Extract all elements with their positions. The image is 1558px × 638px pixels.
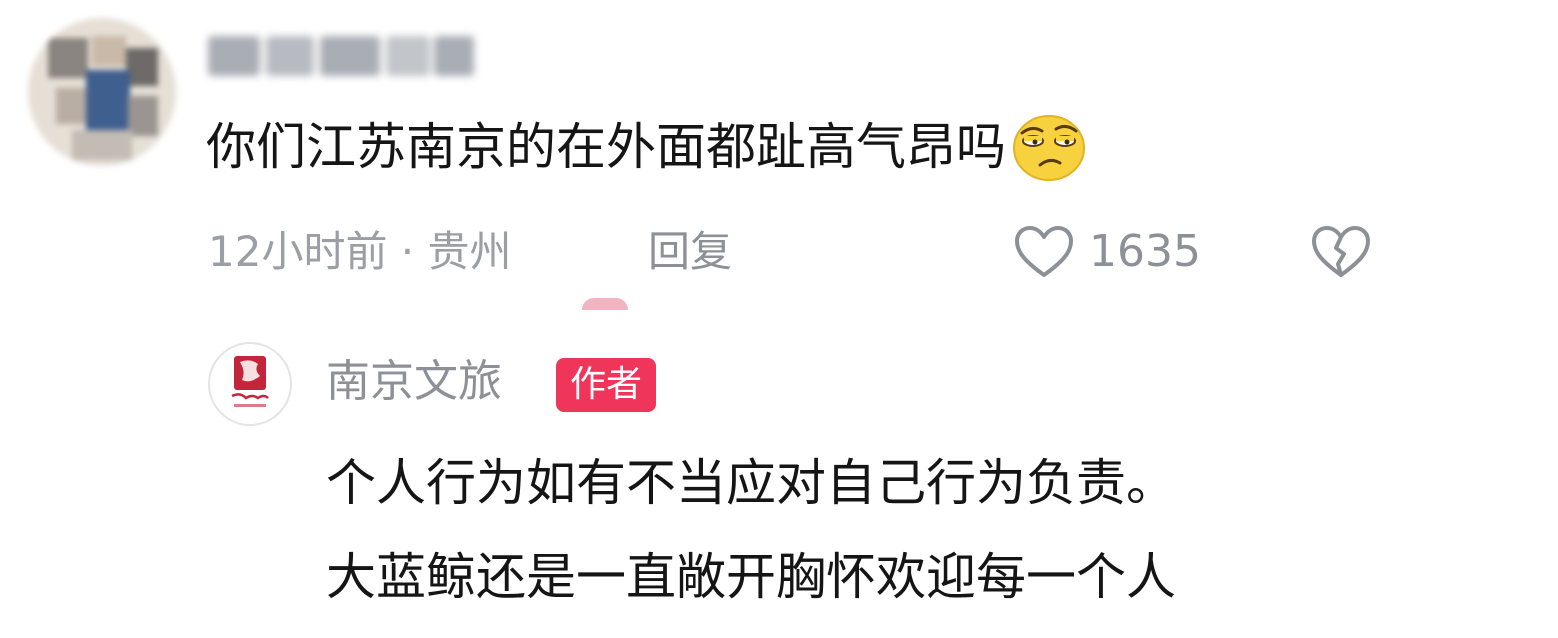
author-reply-item: 南京文旅 作者 个人行为如有不当应对自己行为负责。 大蓝鲸还是一直敞开胸怀欢迎每… [0,330,1558,638]
reply-text-line: 个人行为如有不当应对自己行为负责。 [326,454,1176,512]
comment-meta-row: 12小时前 · 贵州 回复 1635 [208,222,1408,282]
skeptical-face-emoji-icon [1013,115,1085,181]
reply-button[interactable]: 回复 [648,222,732,282]
commenter-avatar[interactable] [28,18,176,166]
partial-emoji-icon [582,298,628,310]
nanjing-tourism-logo-icon [231,356,269,407]
like-button[interactable]: 1635 [1013,222,1201,282]
reply-text-line: 大蓝鲸还是一直敞开胸怀欢迎每一个人 [326,548,1176,606]
author-avatar[interactable] [208,342,292,426]
commenter-username-blurred[interactable] [208,28,478,82]
heart-outline-icon [1015,226,1073,277]
comment-item: 你们江苏南京的在外面都趾高气昂吗 12小时前 · 贵州 回复 1635 [0,0,1558,300]
broken-heart-icon[interactable] [1310,224,1372,280]
comment-text: 你们江苏南京的在外面都趾高气昂吗 [206,110,1088,184]
comment-time-location: 12小时前 · 贵州 [208,227,512,276]
like-count: 1635 [1089,226,1201,277]
comment-text-body: 你们江苏南京的在外面都趾高气昂吗 [206,118,1006,176]
author-badge: 作者 [556,358,657,412]
author-name[interactable]: 南京文旅 [326,352,502,412]
